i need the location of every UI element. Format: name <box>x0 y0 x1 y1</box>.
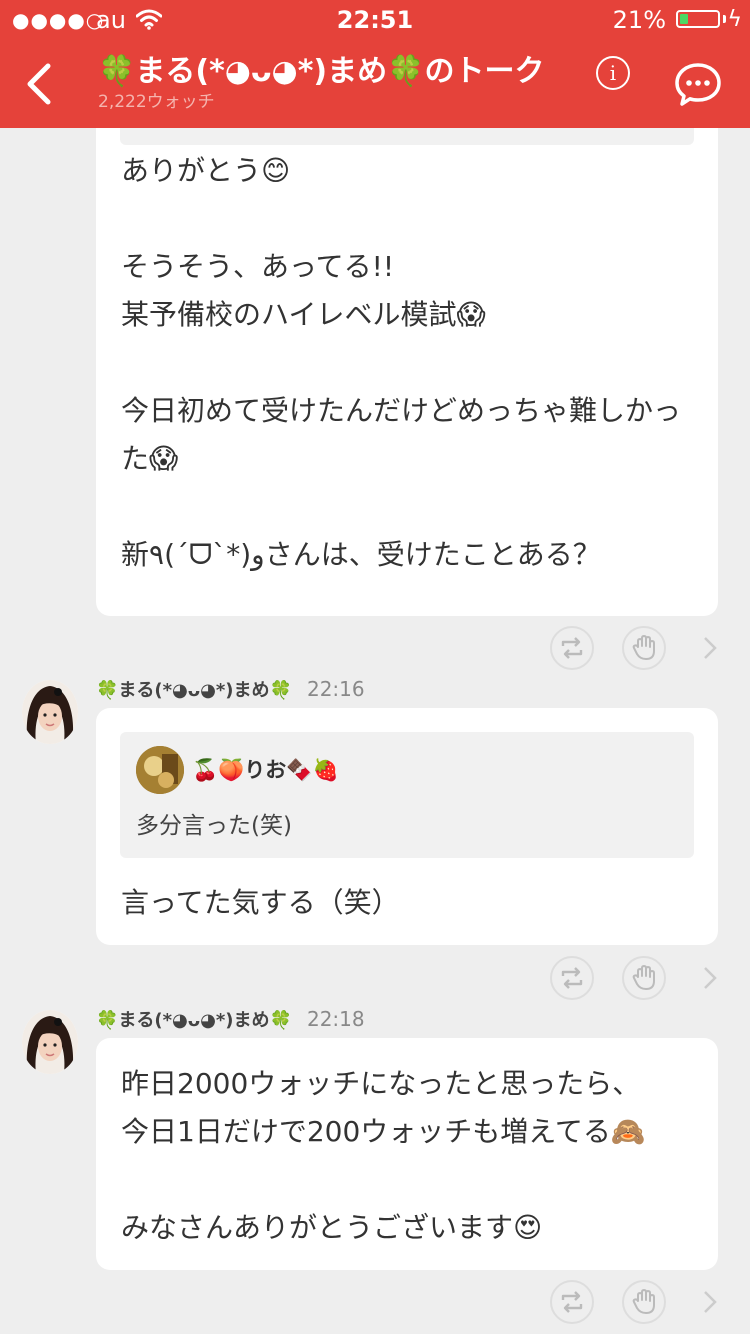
message-meta: 🍀まる(*◕ᴗ◕*)まめ🍀 22:16 <box>96 676 365 706</box>
message-text: ありがとう😊 そうそう、あってる!! 某予備校のハイレベル模試😱 今日初めて受け… <box>121 154 682 571</box>
quote-text: 多分言った(笑) <box>136 813 292 839</box>
battery-cap <box>723 15 726 23</box>
battery-level <box>680 14 688 24</box>
message-time: 22:16 <box>306 677 365 701</box>
talk-timeline[interactable]: ありがとう😊 そうそう、あってる!! 某予備校のハイレベル模試😱 今日初めて受け… <box>0 128 750 1334</box>
battery-percent: 21% <box>612 6 666 34</box>
message-time: 22:18 <box>306 1007 365 1031</box>
watch-count: 2,222ウォッチ <box>98 92 215 112</box>
status-bar: ●●●●○ au 22:51 21% ϟ <box>0 0 750 40</box>
page-title: 🍀まる(*◕ᴗ◕*)まめ🍀のトーク <box>98 54 545 89</box>
chevron-right-icon[interactable] <box>700 632 720 664</box>
quote-author: 🍒🍑りお🍫🍓 <box>192 758 339 782</box>
sender-name[interactable]: 🍀まる(*◕ᴗ◕*)まめ🍀 <box>96 680 292 701</box>
message-bubble: 昨日2000ウォッチになったと思ったら、 今日1日だけで200ウォッチも増えてる… <box>96 1038 718 1270</box>
quote-box[interactable]: 🍒🍑りお🍫🍓 多分言った(笑) <box>120 732 694 858</box>
info-icon[interactable]: i <box>596 56 630 90</box>
message-bubble: ありがとう😊 そうそう、あってる!! 某予備校のハイレベル模試😱 今日初めて受け… <box>96 128 718 616</box>
message-meta: 🍀まる(*◕ᴗ◕*)まめ🍀 22:18 <box>96 1006 365 1036</box>
sender-name[interactable]: 🍀まる(*◕ᴗ◕*)まめ🍀 <box>96 1010 292 1031</box>
chevron-right-icon[interactable] <box>700 962 720 994</box>
clap-icon[interactable] <box>622 956 666 1000</box>
chat-bubble-icon[interactable] <box>674 62 722 108</box>
repost-icon[interactable] <box>550 626 594 670</box>
message-actions <box>550 1280 730 1324</box>
message-text: 昨日2000ウォッチになったと思ったら、 今日1日だけで200ウォッチも増えてる… <box>121 1067 646 1244</box>
battery-icon <box>676 10 720 28</box>
quote-box <box>120 128 694 145</box>
clap-icon[interactable] <box>622 1280 666 1324</box>
avatar[interactable] <box>22 680 78 744</box>
message-actions <box>550 626 730 670</box>
quote-avatar <box>136 746 184 794</box>
message-actions <box>550 956 730 1000</box>
message-text: 言ってた気する（笑） <box>121 886 400 919</box>
app-header: ●●●●○ au 22:51 21% ϟ 🍀まる(*◕ᴗ◕*)まめ🍀のトーク 2… <box>0 0 750 128</box>
message-bubble: 🍒🍑りお🍫🍓 多分言った(笑) 言ってた気する（笑） <box>96 708 718 945</box>
repost-icon[interactable] <box>550 956 594 1000</box>
back-arrow-icon[interactable] <box>18 56 62 112</box>
clap-icon[interactable] <box>622 626 666 670</box>
avatar[interactable] <box>22 1010 78 1074</box>
chevron-right-icon[interactable] <box>700 1286 720 1318</box>
charging-icon: ϟ <box>727 7 742 32</box>
repost-icon[interactable] <box>550 1280 594 1324</box>
